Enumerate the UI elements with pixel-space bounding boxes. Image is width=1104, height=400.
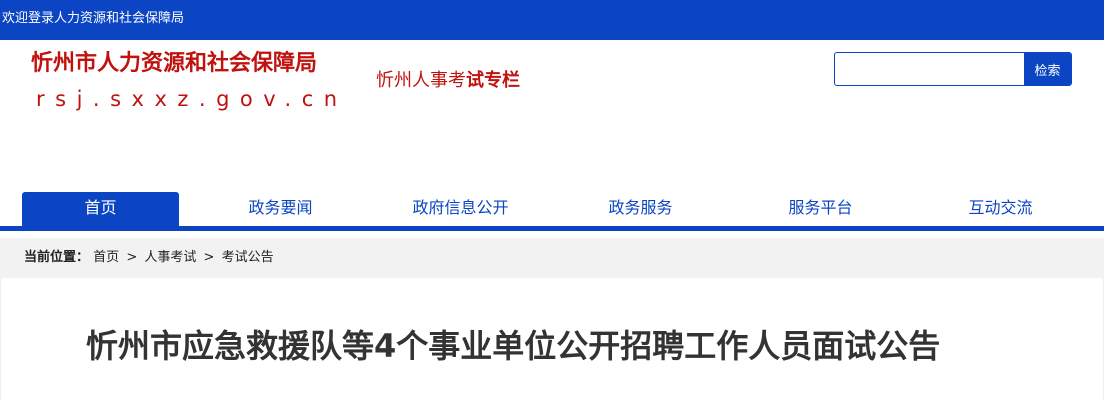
breadcrumb-separator: > xyxy=(203,250,215,265)
nav-item-platform[interactable]: 服务平台 xyxy=(742,192,899,226)
breadcrumb: 当前位置： 首页 > 人事考试 > 考试公告 xyxy=(24,249,274,267)
nav-item-news[interactable]: 政务要闻 xyxy=(202,192,359,226)
search-button[interactable]: 检索 xyxy=(1024,53,1071,85)
welcome-text: 欢迎登录人力资源和社会保障局 xyxy=(2,11,185,26)
site-logo-title[interactable]: 忻州市人力资源和社会保障局 xyxy=(31,50,317,78)
nav-item-interaction[interactable]: 互动交流 xyxy=(922,192,1079,226)
search-input[interactable] xyxy=(835,53,1025,85)
top-bar: 欢迎登录人力资源和社会保障局 xyxy=(0,0,1104,40)
breadcrumb-label: 当前位置： xyxy=(24,250,90,265)
exam-column-suffix: 试专栏 xyxy=(466,70,520,91)
site-logo-url[interactable]: rsj.sxxz.gov.cn xyxy=(36,86,348,112)
nav-underline xyxy=(0,226,1104,231)
article-title: 忻州市应急救援队等4个事业单位公开招聘工作人员面试公告 xyxy=(86,327,941,365)
exam-column-prefix: 忻州人事考 xyxy=(376,70,466,91)
nav-item-services[interactable]: 政务服务 xyxy=(562,192,719,226)
breadcrumb-separator: > xyxy=(126,250,138,265)
breadcrumb-home[interactable]: 首页 xyxy=(93,250,119,265)
nav-item-gov-info[interactable]: 政府信息公开 xyxy=(382,192,539,226)
breadcrumb-bar: 当前位置： 首页 > 人事考试 > 考试公告 xyxy=(0,238,1104,278)
search-box: 检索 xyxy=(834,52,1072,86)
breadcrumb-exam-notice[interactable]: 考试公告 xyxy=(222,250,274,265)
breadcrumb-exam[interactable]: 人事考试 xyxy=(144,250,196,265)
main-nav: 首页 政务要闻 政府信息公开 政务服务 服务平台 互动交流 xyxy=(0,190,1104,230)
exam-column-link[interactable]: 忻州人事考试专栏 xyxy=(376,69,520,93)
article-content: 忻州市应急救援队等4个事业单位公开招聘工作人员面试公告 xyxy=(0,278,1104,400)
nav-item-home[interactable]: 首页 xyxy=(22,192,179,226)
